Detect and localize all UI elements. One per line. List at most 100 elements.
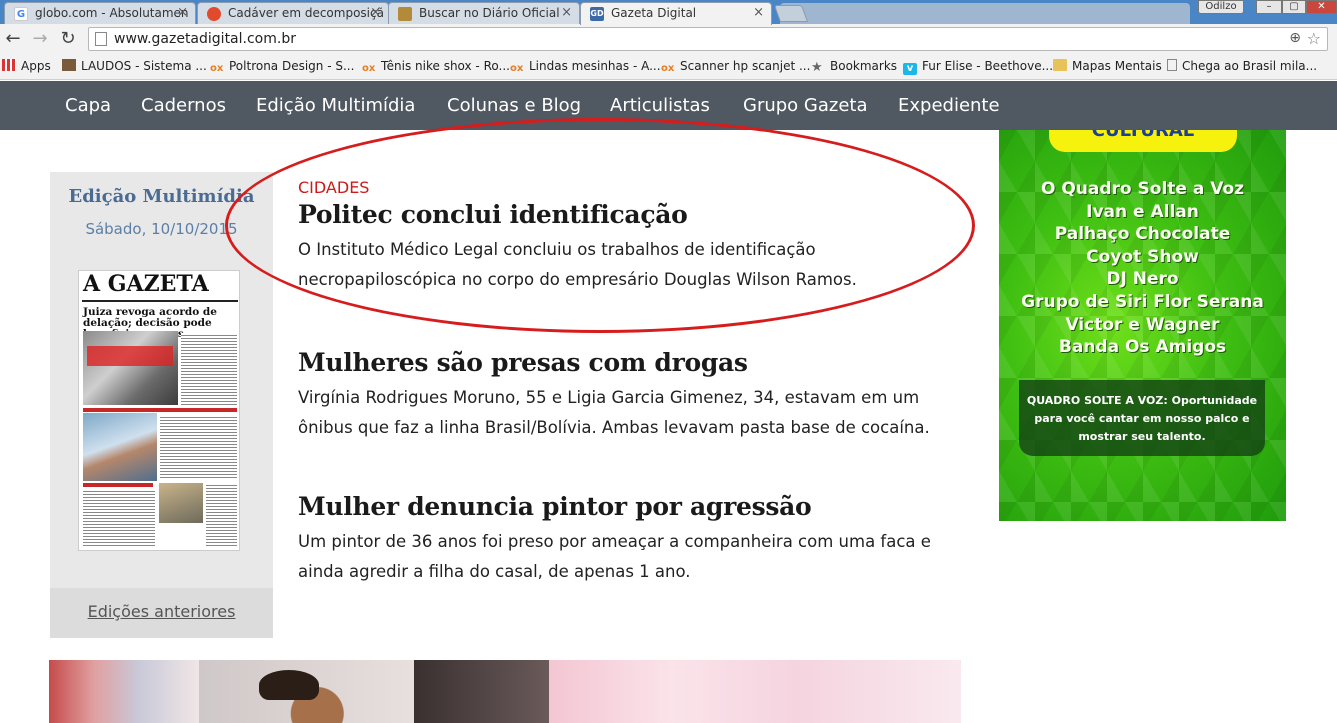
- bookmark-label: Scanner hp scanjet ...: [680, 59, 811, 73]
- bookmark-bookmarks[interactable]: ★ Bookmarks: [811, 59, 898, 75]
- photo-person-hair: [259, 670, 319, 700]
- bookmark-label: Fur Elise - Beethove...: [922, 59, 1054, 73]
- olx-icon: ox: [362, 63, 376, 74]
- tab-title: Cadáver em decomposiçã: [228, 6, 384, 20]
- bookmark-apps[interactable]: Apps: [2, 59, 51, 73]
- lineup-item: Grupo de Siri Flor Serana: [1021, 291, 1264, 312]
- bookmark-label: Poltrona Design - S...: [229, 59, 355, 73]
- bookmark-label: Bookmarks: [830, 59, 898, 73]
- bookmark-mesinhas[interactable]: ox Lindas mesinhas - A...: [510, 59, 661, 75]
- tab-title: Gazeta Digital: [611, 6, 697, 20]
- masthead-rule: [82, 300, 238, 302]
- cover-photo: [83, 413, 157, 481]
- bookmark-label: Chega ao Brasil mila...: [1182, 59, 1318, 73]
- tab-title: Buscar no Diário Oficial: [419, 6, 560, 20]
- bookmark-tenis[interactable]: ox Tênis nike shox - Ro...: [362, 59, 510, 75]
- bookmark-star-icon[interactable]: ☆: [1307, 29, 1321, 48]
- cover-photo-caption: [87, 346, 173, 366]
- nav-expediente[interactable]: Expediente: [898, 95, 1000, 116]
- nav-articulistas[interactable]: Articulistas: [610, 95, 710, 116]
- cover-photo: [159, 483, 203, 523]
- bookmark-scanner[interactable]: ox Scanner hp scanjet ...: [661, 59, 810, 75]
- browser-tab[interactable]: Cadáver em decomposiçã ×: [197, 2, 389, 24]
- bookmark-label: Lindas mesinhas - A...: [529, 59, 661, 73]
- minimize-button[interactable]: –: [1256, 0, 1282, 14]
- cover-divider: [83, 483, 153, 487]
- bookmark-laudos[interactable]: LAUDOS - Sistema ...: [62, 59, 207, 73]
- star-icon: ★: [811, 60, 823, 75]
- article-headline[interactable]: Mulher denuncia pintor por agressão: [298, 492, 958, 521]
- browser-toolbar: ← → ↻ www.gazetadigital.com.br ⊕ ☆: [0, 24, 1337, 55]
- close-window-button[interactable]: ✕: [1306, 0, 1337, 14]
- reload-icon[interactable]: ↻: [57, 29, 79, 49]
- nav-edicao-multimidia[interactable]: Edição Multimídia: [256, 95, 415, 116]
- blurred-tab-area: [780, 3, 1190, 24]
- folder-icon: [1053, 59, 1067, 71]
- lineup-item: Palhaço Chocolate: [1054, 224, 1231, 245]
- forward-arrow-icon[interactable]: →: [29, 29, 51, 49]
- cover-text-column: [160, 415, 237, 479]
- ad-lineup: O Quadro Solte a Voz Ivan e Allan Palhaç…: [999, 178, 1286, 359]
- ad-banner-text: CULTURAL: [1091, 130, 1195, 141]
- browser-tab-active[interactable]: GD Gazeta Digital ×: [580, 2, 772, 25]
- bookmarks-bar: Apps LAUDOS - Sistema ... ox Poltrona Des…: [0, 55, 1337, 80]
- red-annotation-circle: [225, 118, 975, 333]
- bookmark-label: Apps: [21, 59, 51, 73]
- lineup-item: DJ Nero: [1106, 269, 1179, 290]
- lineup-item: Coyot Show: [1086, 246, 1199, 267]
- nav-cadernos[interactable]: Cadernos: [141, 95, 226, 116]
- browser-tab[interactable]: Buscar no Diário Oficial ×: [388, 2, 580, 24]
- cultural-event-ad[interactable]: CULTURAL O Quadro Solte a Voz Ivan e All…: [999, 130, 1286, 521]
- nav-capa[interactable]: Capa: [65, 95, 111, 116]
- profile-badge[interactable]: Odilzo: [1198, 0, 1244, 14]
- ad-note: QUADRO SOLTE A VOZ: Oportunidade para vo…: [1026, 394, 1258, 443]
- bookmark-fur-elise[interactable]: v Fur Elise - Beethove...: [903, 59, 1053, 75]
- article-headline[interactable]: Mulheres são presas com drogas: [298, 348, 958, 377]
- bookmark-poltrona[interactable]: ox Poltrona Design - S...: [210, 59, 354, 75]
- crest-icon: [398, 7, 412, 21]
- cover-text-column: [83, 489, 155, 547]
- olx-icon: ox: [210, 63, 224, 74]
- close-tab-icon[interactable]: ×: [370, 5, 381, 20]
- url-text[interactable]: www.gazetadigital.com.br: [114, 31, 296, 47]
- close-tab-icon[interactable]: ×: [561, 5, 572, 20]
- nav-grupo-gazeta[interactable]: Grupo Gazeta: [743, 95, 868, 116]
- zoom-icon[interactable]: ⊕: [1289, 30, 1301, 46]
- featured-photo[interactable]: [49, 660, 961, 723]
- article-summary: Virgínia Rodrigues Moruno, 55 e Ligia Ga…: [298, 388, 930, 437]
- new-tab-button[interactable]: [773, 5, 809, 22]
- bookmark-label: Mapas Mentais: [1072, 59, 1162, 73]
- close-tab-icon[interactable]: ×: [177, 5, 188, 20]
- olx-icon: ox: [661, 63, 675, 74]
- page-icon: [1167, 59, 1177, 71]
- olx-icon: ox: [510, 63, 524, 74]
- nav-colunas-blog[interactable]: Colunas e Blog: [447, 95, 581, 116]
- cover-text-column: [181, 333, 237, 405]
- bookmark-mapas[interactable]: Mapas Mentais: [1053, 59, 1162, 73]
- back-arrow-icon[interactable]: ←: [2, 29, 24, 49]
- article-item: Mulheres são presas com drogas Virgínia …: [298, 348, 958, 443]
- photo-left-section: [49, 660, 199, 723]
- cover-text-column: [206, 483, 237, 547]
- close-tab-icon[interactable]: ×: [753, 5, 764, 20]
- article-item: Mulher denuncia pintor por agressão Um p…: [298, 492, 958, 587]
- page-icon: [95, 32, 107, 46]
- browser-tab-strip: G globo.com - Absolutamen × Cadáver em d…: [0, 0, 1337, 25]
- cover-divider: [83, 408, 237, 412]
- maximize-button[interactable]: ▢: [1282, 0, 1306, 14]
- lineup-item: Victor e Wagner: [1065, 314, 1220, 335]
- browser-tab[interactable]: G globo.com - Absolutamen ×: [4, 2, 196, 24]
- newspaper-cover[interactable]: A GAZETA Juiza revoga acordo de delação;…: [78, 270, 240, 551]
- article-summary: Um pintor de 36 anos foi preso por ameaç…: [298, 532, 931, 581]
- bookmark-chega[interactable]: Chega ao Brasil mila...: [1167, 59, 1317, 73]
- laudos-icon: [62, 59, 76, 71]
- panel-footer: Edições anteriores: [50, 588, 273, 638]
- lineup-item: Ivan e Allan: [1086, 201, 1199, 222]
- address-bar[interactable]: www.gazetadigital.com.br ⊕ ☆: [88, 27, 1328, 51]
- cover-photo: [83, 331, 178, 405]
- vimeo-icon: v: [903, 63, 917, 75]
- previous-editions-link[interactable]: Edições anteriores: [50, 602, 273, 621]
- photo-dark-section: [414, 660, 549, 723]
- lineup-item: O Quadro Solte a Voz: [1040, 179, 1245, 199]
- photo-clothes-section: [549, 660, 961, 723]
